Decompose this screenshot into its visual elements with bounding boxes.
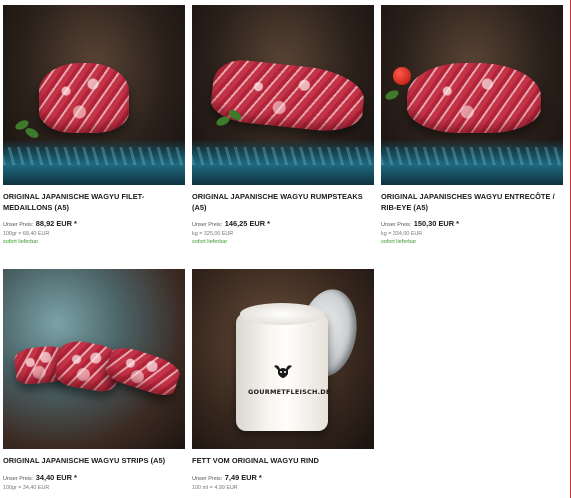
price-label: Unser Preis: (3, 222, 34, 228)
jar-brand-text: GOURMETFLEISCH.DE (248, 388, 331, 396)
unit-price: kg = 325,00 EUR (192, 231, 234, 237)
product-card-wagyu-fett[interactable]: GOURMETFLEISCH.DE FETT VOM ORIGINAL WAGY… (192, 269, 374, 491)
filet-medallion-meat (39, 63, 129, 133)
teal-backdrop (381, 139, 563, 185)
herb-garnish (383, 88, 401, 102)
price-row: Unser Preis: 7,49 EUR * (192, 473, 374, 482)
price-row: Unser Preis: 34,40 EUR * (3, 473, 185, 482)
bull-icon (274, 365, 292, 378)
product-image[interactable] (192, 5, 374, 185)
herb-garnish (23, 126, 41, 140)
availability-status: sofort lieferbar (3, 239, 39, 245)
product-card-entrecote[interactable]: ORIGINAL JAPANISCHES WAGYU ENTRECÔTE / R… (381, 5, 563, 245)
price-value: 150,30 EUR * (413, 219, 459, 228)
unit-price: 100gr = 68,40 EUR (3, 231, 50, 237)
product-title[interactable]: ORIGINAL JAPANISCHE WAGYU RUMPSTEAKS (A5… (192, 192, 374, 213)
price-row: Unser Preis: 88,92 EUR * (3, 219, 185, 228)
wagyu-strip-meat (103, 342, 183, 400)
price-label: Unser Preis: (192, 475, 223, 482)
product-card-rumpsteaks[interactable]: ORIGINAL JAPANISCHE WAGYU RUMPSTEAKS (A5… (192, 5, 374, 245)
product-image[interactable] (3, 5, 185, 185)
jar-fat-surface (240, 303, 324, 325)
price-value: 146,25 EUR * (224, 219, 270, 228)
price-row: Unser Preis: 146,25 EUR * (192, 219, 374, 228)
availability-status: sofort lieferbar (381, 239, 417, 245)
product-title[interactable]: ORIGINAL JAPANISCHES WAGYU ENTRECÔTE / R… (381, 192, 563, 213)
rumpsteak-meat (209, 57, 367, 135)
availability-status: sofort lieferbar (192, 239, 228, 245)
product-title[interactable]: ORIGINAL JAPANISCHE WAGYU FILET-MEDAILLO… (3, 192, 185, 213)
price-label: Unser Preis: (381, 222, 412, 228)
price-value: 88,92 EUR * (35, 219, 77, 228)
product-title[interactable]: FETT VOM ORIGINAL WAGYU RIND (192, 456, 374, 467)
jar-label: GOURMETFLEISCH.DE (248, 363, 330, 399)
unit-price: 100gr = 34,40 EUR (3, 484, 50, 491)
price-label: Unser Preis: (192, 222, 223, 228)
price-value: 34,40 EUR * (35, 472, 77, 482)
product-title[interactable]: ORIGINAL JAPANISCHE WAGYU STRIPS (A5) (3, 456, 185, 467)
product-image[interactable] (3, 269, 185, 449)
product-card-strips[interactable]: ORIGINAL JAPANISCHE WAGYU STRIPS (A5) Un… (3, 269, 185, 491)
product-card-filet-medaillons[interactable]: ORIGINAL JAPANISCHE WAGYU FILET-MEDAILLO… (3, 5, 185, 245)
entrecote-meat (407, 63, 541, 133)
price-label: Unser Preis: (3, 475, 34, 482)
fat-jar: GOURMETFLEISCH.DE (222, 284, 364, 439)
herb-garnish (214, 114, 232, 128)
unit-price: 100 ml = 4,99 EUR (192, 484, 238, 491)
unit-price: kg = 334,00 EUR (381, 231, 423, 237)
teal-backdrop (3, 139, 185, 185)
product-image[interactable]: GOURMETFLEISCH.DE (192, 269, 374, 449)
price-value: 7,49 EUR * (224, 472, 262, 482)
product-image[interactable] (381, 5, 563, 185)
chili-garnish (393, 67, 411, 85)
teal-backdrop (192, 139, 374, 185)
price-row: Unser Preis: 150,30 EUR * (381, 219, 563, 228)
